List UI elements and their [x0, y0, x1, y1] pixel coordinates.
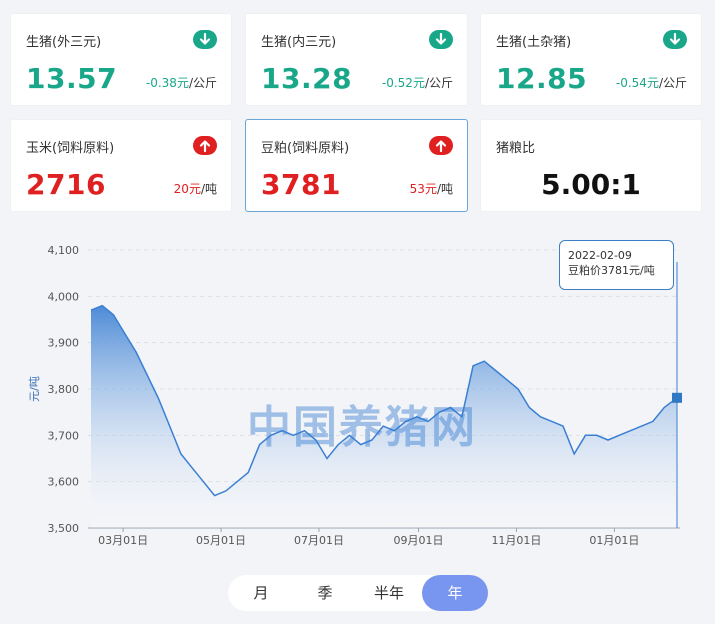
price-card-pig-outer[interactable]: 生猪(外三元) 13.57 -0.38元/公斤	[10, 13, 232, 106]
card-name: 玉米(饲料原料)	[26, 141, 115, 156]
watermark: 中国养猪网	[247, 402, 477, 453]
card-name: 生猪(内三元)	[261, 35, 337, 50]
card-name: 猪粮比	[496, 141, 536, 156]
tooltip-text: 豆粕价3781元/吨	[568, 264, 655, 277]
card-change: 53元/吨	[409, 182, 453, 196]
price-card-soymeal[interactable]: 豆粕(饲料原料) 3781 53元/吨	[245, 119, 468, 212]
card-value: 13.28	[261, 62, 353, 95]
period-quarter[interactable]: 季	[292, 575, 358, 611]
price-card-pig-local[interactable]: 生猪(土杂猪) 12.85 -0.54元/公斤	[480, 13, 702, 106]
x-tick-label: 11月01日	[491, 534, 541, 547]
x-tick-label: 05月01日	[196, 534, 246, 547]
card-name: 生猪(土杂猪)	[496, 35, 572, 50]
card-change: -0.38元/公斤	[145, 76, 217, 90]
chart-tooltip: 2022-02-09 豆粕价3781元/吨	[559, 240, 674, 290]
card-name: 生猪(外三元)	[26, 35, 102, 50]
arrow-down-circle-icon	[429, 30, 453, 49]
arrow-down-circle-icon	[663, 30, 687, 49]
card-change: -0.52元/公斤	[381, 76, 453, 90]
ratio-value: 5.00:1	[541, 168, 641, 201]
price-card-pig-inner[interactable]: 生猪(内三元) 13.28 -0.52元/公斤	[245, 13, 468, 106]
y-tick-label: 4,100	[48, 244, 80, 257]
card-value: 3781	[261, 168, 341, 201]
y-tick-label: 3,500	[48, 522, 80, 535]
arrow-down-circle-icon	[193, 30, 217, 49]
price-card-pig-grain-ratio[interactable]: 猪粮比 5.00:1	[480, 119, 702, 212]
y-tick-label: 4,000	[48, 290, 80, 303]
card-change: -0.54元/公斤	[615, 76, 687, 90]
arrow-up-circle-icon	[193, 136, 217, 155]
y-tick-label: 3,700	[48, 429, 80, 442]
period-month[interactable]: 月	[228, 575, 294, 611]
period-year[interactable]: 年	[422, 575, 488, 611]
arrow-up-circle-icon	[429, 136, 453, 155]
period-half-year[interactable]: 半年	[356, 575, 422, 611]
card-value: 2716	[26, 168, 106, 201]
x-tick-label: 03月01日	[98, 534, 148, 547]
y-tick-label: 3,900	[48, 337, 80, 350]
tooltip-date: 2022-02-09	[568, 249, 632, 262]
card-value: 12.85	[496, 62, 588, 95]
period-switcher: 月 季 半年 年	[228, 575, 488, 611]
y-tick-label: 3,800	[48, 383, 80, 396]
x-tick-label: 09月01日	[394, 534, 444, 547]
highlight-point	[672, 392, 682, 403]
card-name: 豆粕(饲料原料)	[261, 141, 350, 156]
x-tick-label: 07月01日	[294, 534, 344, 547]
card-change: 20元/吨	[173, 182, 217, 196]
x-tick-label: 01月01日	[589, 534, 639, 547]
card-value: 13.57	[26, 62, 118, 95]
price-card-corn[interactable]: 玉米(饲料原料) 2716 20元/吨	[10, 119, 232, 212]
y-tick-label: 3,600	[48, 476, 80, 489]
y-axis-label: 元/吨	[28, 376, 41, 402]
